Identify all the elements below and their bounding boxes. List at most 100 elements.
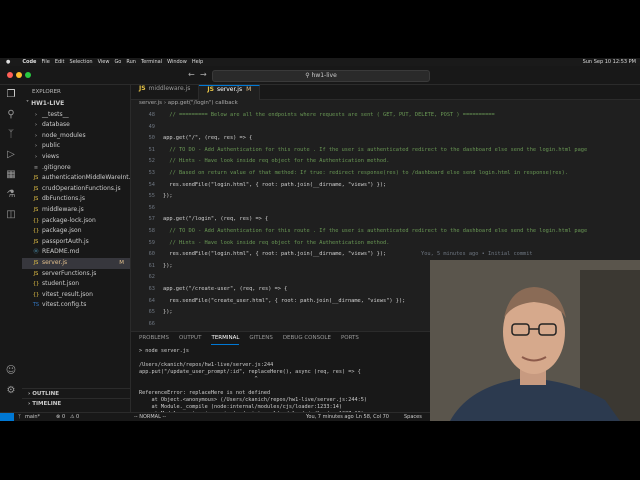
code-line[interactable]: // Hints - Have look inside req object f… bbox=[163, 158, 389, 164]
editor-tab[interactable]: JS middleware.js bbox=[131, 85, 200, 99]
file-name: database bbox=[42, 121, 70, 129]
menu-item[interactable]: Window bbox=[167, 59, 187, 65]
menu-items[interactable]: Code File Edit Selection View Go Run Terminal Wi… bbox=[16, 59, 203, 65]
code-line[interactable]: app.get("/", (req, res) => { bbox=[163, 135, 252, 141]
file-item[interactable]: JS server.js M bbox=[22, 257, 130, 269]
folder-item[interactable]: › database bbox=[22, 120, 130, 131]
file-item[interactable]: JS dbFunctions.js bbox=[22, 194, 130, 205]
file-item[interactable]: JS passportAuth.js bbox=[22, 237, 130, 248]
command-center-search[interactable]: ⚲ hw1-live bbox=[212, 70, 430, 82]
remote-indicator-icon[interactable] bbox=[0, 413, 14, 421]
menu-item[interactable]: Go bbox=[114, 59, 121, 65]
menu-item[interactable]: Terminal bbox=[141, 59, 162, 65]
file-item[interactable]: JS serverFunctions.js bbox=[22, 269, 130, 280]
code-line[interactable]: }); bbox=[163, 193, 173, 199]
code-line[interactable]: // ========= Below are all the endpoints… bbox=[163, 112, 494, 118]
panel-tab[interactable]: DEBUG CONSOLE bbox=[283, 332, 331, 345]
line-number: 48 bbox=[148, 112, 155, 118]
indentation[interactable]: Spaces bbox=[404, 413, 422, 421]
line-number: 63 bbox=[148, 286, 155, 292]
cursor-position[interactable]: Ln 58, Col 70 bbox=[356, 413, 389, 421]
git-blame[interactable]: You, 7 minutes ago bbox=[306, 413, 354, 421]
terminal-output[interactable]: > node server.js/Users/ckanich/repos/hw1… bbox=[139, 348, 417, 421]
code-line[interactable]: // Hints - Have look inside req object f… bbox=[163, 240, 389, 246]
code-line[interactable]: }); bbox=[163, 263, 173, 269]
testing-icon[interactable]: ⚗ bbox=[5, 189, 17, 201]
code-line[interactable]: // Based on return value of that method:… bbox=[163, 170, 568, 176]
js-file-icon: JS bbox=[33, 196, 39, 203]
timeline-section[interactable]: › TIMELINE bbox=[22, 398, 136, 409]
line-number: 58 bbox=[148, 228, 155, 234]
file-name: dbFunctions.js bbox=[42, 195, 85, 203]
breadcrumb-file[interactable]: server.js bbox=[139, 100, 162, 106]
git-branch[interactable]: main* bbox=[25, 413, 40, 421]
terminal-line: at Module._compile (node:internal/module… bbox=[139, 404, 343, 410]
breadcrumb-symbol[interactable]: app.get("/login") callback bbox=[168, 100, 238, 106]
code-line[interactable]: // TO DO - Add Authentication for this r… bbox=[163, 147, 587, 153]
folder-item[interactable]: › public bbox=[22, 141, 130, 152]
editor-tab[interactable]: JS server.js M bbox=[199, 85, 261, 100]
code-line[interactable]: app.get("/login", (req, res) => { bbox=[163, 216, 268, 222]
code-line[interactable]: // TO DO - Add Authentication for this r… bbox=[163, 228, 587, 234]
run-debug-icon[interactable]: ▷ bbox=[5, 149, 17, 161]
file-item[interactable]: TS vitest.config.ts bbox=[22, 300, 130, 311]
folder-item[interactable]: › node_modules bbox=[22, 131, 130, 142]
warning-count[interactable]: 0 bbox=[76, 413, 79, 421]
explorer-sidebar: EXPLORER ˅ HW1-LIVE › __tests__ › database ›… bbox=[22, 85, 136, 412]
terminal-line: ReferenceError: replaceHere is not defin… bbox=[139, 390, 271, 396]
menu-item[interactable]: File bbox=[41, 59, 49, 65]
menu-item[interactable]: View bbox=[98, 59, 110, 65]
line-number: 54 bbox=[148, 181, 155, 188]
file-item[interactable]: {} vitest_result.json bbox=[22, 290, 130, 301]
line-number: 53 bbox=[148, 170, 155, 176]
panel-tab[interactable]: PORTS bbox=[341, 332, 359, 345]
back-arrow-icon[interactable]: ← bbox=[188, 70, 195, 79]
editor-tab-label: server.js bbox=[216, 86, 243, 93]
search-icon[interactable]: ⚲ bbox=[5, 109, 17, 121]
line-number: 52 bbox=[148, 158, 155, 165]
folder-item[interactable]: › __tests__ bbox=[22, 110, 130, 121]
clock[interactable]: Sun Sep 10 12:53 PM bbox=[583, 59, 636, 65]
zoom-window-button[interactable] bbox=[25, 72, 31, 78]
branch-icon[interactable]: ᛉ bbox=[18, 413, 21, 421]
file-item[interactable]: JS middleware.js bbox=[22, 205, 130, 216]
menu-item[interactable]: Selection bbox=[70, 59, 93, 65]
error-count[interactable]: 0 bbox=[62, 413, 65, 421]
explorer-icon[interactable]: ❐ bbox=[5, 89, 17, 101]
file-name: README.md bbox=[42, 248, 80, 256]
settings-gear-icon[interactable]: ⚙ bbox=[5, 385, 17, 397]
workspace-root[interactable]: ˅ HW1-LIVE bbox=[22, 99, 130, 110]
breadcrumb[interactable]: server.js › app.get("/login") callback bbox=[131, 100, 640, 110]
file-item[interactable]: ≡ .gitignore bbox=[22, 163, 130, 174]
panel-tab[interactable]: PROBLEMS bbox=[139, 332, 169, 345]
code-line[interactable]: res.sendFile("create_user.html", { root:… bbox=[163, 298, 405, 304]
file-item[interactable]: Ⓜ README.md bbox=[22, 247, 130, 258]
remote-explorer-icon[interactable]: ◫ bbox=[5, 209, 17, 221]
file-item[interactable]: {} package-lock.json bbox=[22, 216, 130, 227]
minimize-window-button[interactable] bbox=[16, 72, 22, 78]
code-line[interactable]: app.get("/create-user", (req, res) => { bbox=[163, 286, 287, 292]
file-item[interactable]: JS crudOperationFunctions.js bbox=[22, 184, 130, 195]
panel-tab[interactable]: TERMINAL bbox=[211, 332, 240, 345]
folder-item[interactable]: › views bbox=[22, 152, 130, 163]
file-item[interactable]: JS authenticationMiddleWareInt... bbox=[22, 173, 130, 184]
source-control-icon[interactable]: ᛉ bbox=[5, 129, 17, 141]
menu-item[interactable]: Edit bbox=[55, 59, 65, 65]
panel-tab[interactable]: OUTPUT bbox=[179, 332, 201, 345]
file-name: crudOperationFunctions.js bbox=[42, 184, 121, 192]
menu-item[interactable]: Help bbox=[192, 59, 203, 65]
menu-item[interactable]: Run bbox=[126, 59, 136, 65]
code-line[interactable]: res.sendFile("login.html", { root: path.… bbox=[163, 251, 386, 257]
code-line[interactable]: }); bbox=[163, 309, 173, 315]
extensions-icon[interactable]: ▦ bbox=[5, 169, 17, 181]
panel-tab[interactable]: GITLENS bbox=[249, 332, 272, 345]
file-name: serverFunctions.js bbox=[42, 269, 97, 277]
file-item[interactable]: {} package.json bbox=[22, 226, 130, 237]
code-line[interactable]: res.sendFile("login.html", { root: path.… bbox=[163, 182, 386, 188]
close-window-button[interactable] bbox=[7, 72, 13, 78]
app-menu[interactable]: Code bbox=[22, 59, 36, 65]
file-item[interactable]: {} student.json bbox=[22, 279, 130, 290]
forward-arrow-icon[interactable]: → bbox=[200, 70, 207, 79]
apple-icon[interactable]: ● bbox=[6, 59, 10, 65]
account-icon[interactable]: ☺ bbox=[5, 365, 17, 377]
